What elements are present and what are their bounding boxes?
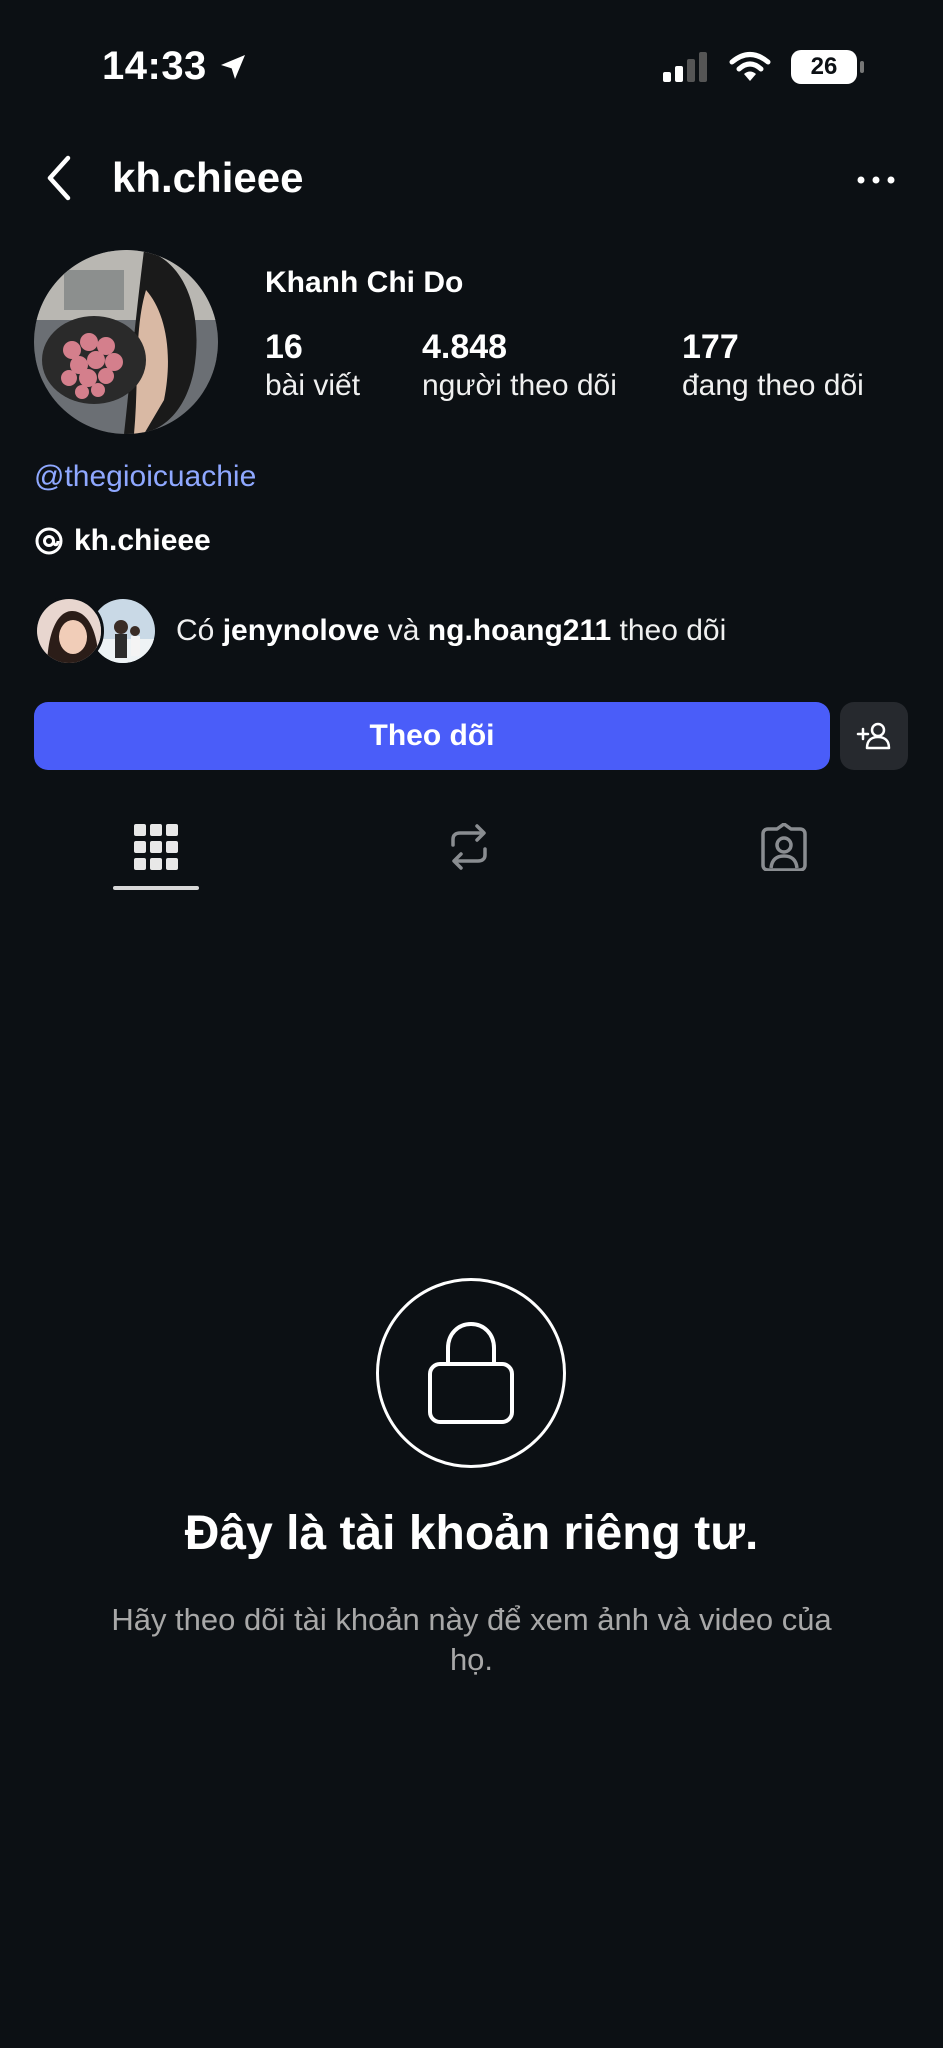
following-stat[interactable]: 177 đang theo dõi xyxy=(682,328,864,403)
tagged-person-icon xyxy=(761,823,807,871)
battery-level: 26 xyxy=(810,53,838,80)
mutual-user-1: jenynolove xyxy=(222,614,380,647)
threads-icon xyxy=(35,527,63,555)
followers-label: người theo dõi xyxy=(422,369,617,402)
cellular-signal-icon xyxy=(663,52,707,82)
private-lock-badge xyxy=(376,1278,566,1468)
followers-stat[interactable]: 4.848 người theo dõi xyxy=(422,328,617,403)
status-time: 14:33 xyxy=(102,44,249,89)
mutual-prefix: Có xyxy=(176,614,215,647)
profile-username: kh.chieee xyxy=(112,154,304,201)
mutual-avatar-1 xyxy=(34,596,104,666)
threads-badge[interactable]: kh.chieee xyxy=(34,524,211,558)
status-time-text: 14:33 xyxy=(102,44,207,88)
mutual-conjunction: và xyxy=(387,614,420,647)
repost-icon xyxy=(451,824,487,870)
more-horizontal-icon xyxy=(857,176,895,184)
tab-grid[interactable] xyxy=(111,812,201,882)
posts-label: bài viết xyxy=(265,369,361,402)
followers-count: 4.848 xyxy=(422,328,508,366)
grid-icon xyxy=(134,824,178,870)
mutual-user-2: ng.hoang211 xyxy=(427,614,612,647)
display-name: Khanh Chi Do xyxy=(265,266,464,299)
add-person-icon xyxy=(856,722,891,750)
private-account-description: Hãy theo dõi tài khoản này để xem ảnh và… xyxy=(111,1602,832,1677)
lock-icon xyxy=(428,1321,514,1424)
chevron-left-icon xyxy=(47,155,71,201)
mutual-followers[interactable]: Có jenynolove và ng.hoang211 theo dõi xyxy=(34,596,726,666)
back-button[interactable] xyxy=(38,152,82,204)
profile-link[interactable]: @thegioicuachie xyxy=(34,460,256,494)
suggested-accounts-button[interactable] xyxy=(840,702,908,770)
follow-button[interactable]: Theo dõi xyxy=(34,702,830,770)
following-label: đang theo dõi xyxy=(682,369,864,402)
location-arrow-icon xyxy=(220,54,245,79)
private-account-title: Đây là tài khoản riêng tư. xyxy=(184,1507,759,1560)
status-icons: 26 xyxy=(661,50,864,84)
active-tab-indicator xyxy=(113,886,199,890)
tab-reposts[interactable] xyxy=(424,812,514,882)
battery-icon: 26 xyxy=(791,50,864,84)
mutual-avatars xyxy=(34,596,158,666)
tab-tagged[interactable] xyxy=(739,812,829,882)
more-options-button[interactable] xyxy=(851,160,901,200)
wifi-icon xyxy=(729,52,771,81)
mutual-followers-text: Có jenynolove và ng.hoang211 theo dõi xyxy=(176,614,726,648)
profile-photo xyxy=(34,250,218,434)
posts-count: 16 xyxy=(265,328,303,366)
following-count: 177 xyxy=(682,328,739,366)
profile-avatar[interactable] xyxy=(34,250,218,434)
posts-stat: 16 bài viết xyxy=(265,328,360,403)
mutual-suffix: theo dõi xyxy=(619,614,727,647)
threads-handle: kh.chieee xyxy=(74,524,211,557)
